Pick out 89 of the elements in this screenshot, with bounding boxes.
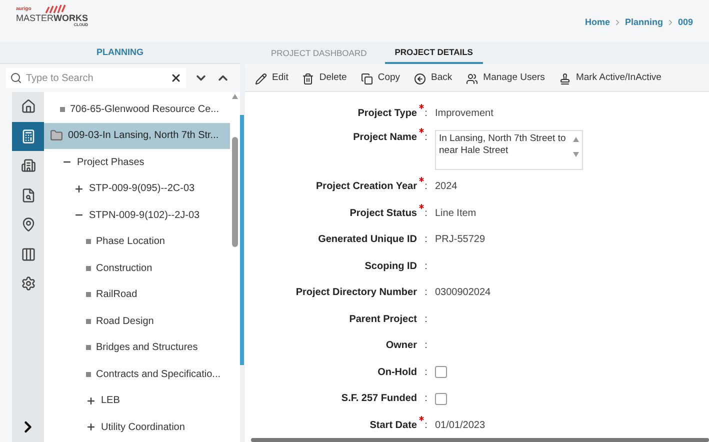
separator: : — [424, 130, 428, 144]
tree-item[interactable]: Construction — [44, 255, 230, 282]
field-label: Generated Unique ID — [317, 233, 417, 248]
field-label: Owner — [384, 339, 417, 354]
field-label: S.F. 257 Funded — [340, 392, 417, 406]
home-icon — [20, 99, 36, 114]
delete-icon — [302, 72, 314, 84]
checkbox[interactable] — [435, 366, 447, 378]
toolbar-button[interactable]: Back — [414, 71, 452, 86]
expand-icon[interactable] — [86, 396, 96, 406]
users-icon — [466, 72, 478, 84]
field-label: Project Status — [348, 206, 417, 221]
separator: : — [424, 339, 428, 354]
tree-item[interactable]: 706-65-Glenwood Resource Ce... — [44, 96, 230, 122]
bullet-icon — [60, 106, 65, 112]
splitter[interactable] — [240, 42, 245, 442]
separator: : — [424, 106, 428, 121]
toolbar-button[interactable]: Delete — [302, 71, 347, 86]
tree-item[interactable]: 009-03-In Lansing, North 7th Str... — [44, 122, 230, 149]
toolbar-button[interactable]: Edit — [255, 71, 288, 86]
search-icon — [10, 72, 22, 84]
tree-item[interactable]: LEB — [44, 388, 230, 414]
separator: : — [424, 312, 428, 327]
field-value: Line Item — [435, 206, 476, 221]
tree-item[interactable]: Project Phases — [44, 149, 230, 176]
separator: : — [424, 180, 428, 194]
tree-item[interactable]: Bridges and Structures — [44, 334, 230, 361]
folder-icon — [50, 129, 63, 142]
search-field[interactable]: Type to Search — [6, 68, 186, 88]
field-label: Parent Project — [348, 312, 417, 327]
breadcrumb-link[interactable]: Home — [584, 16, 610, 30]
copy-icon — [360, 72, 373, 84]
field-label: Project Type — [356, 106, 417, 121]
stripes-icon — [44, 4, 66, 14]
separator: : — [424, 233, 428, 248]
document-icon — [20, 188, 36, 203]
tree-item[interactable]: Road Design — [44, 308, 230, 334]
columns-icon — [20, 246, 36, 262]
bullet-icon — [86, 292, 91, 298]
map-icon — [20, 217, 36, 232]
bullet-icon — [86, 372, 91, 377]
field-value: 2024 — [435, 180, 458, 194]
mark-icon — [558, 72, 571, 84]
search-input[interactable]: Type to Search — [26, 70, 166, 86]
breadcrumb-link[interactable]: Planning — [624, 16, 663, 30]
separator: : — [424, 418, 428, 433]
scroll-up-icon[interactable] — [232, 94, 238, 99]
breadcrumb-link[interactable]: 009 — [678, 16, 693, 30]
back-icon — [414, 72, 426, 84]
toolbar-button[interactable]: Copy — [360, 71, 400, 86]
edit-icon — [255, 72, 267, 84]
field-value: 01/01/2023 — [435, 418, 486, 433]
bullet-icon — [86, 345, 91, 350]
panel-tab[interactable]: PLANNING — [0, 42, 240, 63]
field-label: Project Creation Year — [315, 180, 417, 194]
tree-item[interactable]: STPN-009-9(102)--2J-03 — [44, 202, 230, 228]
estimate-icon — [20, 128, 36, 144]
bullet-icon — [86, 318, 91, 324]
settings-icon — [20, 276, 36, 292]
project-name-field[interactable]: In Lansing, North 7th Street to near Hale Street — [435, 130, 583, 170]
separator: : — [424, 206, 428, 221]
field-value: Improvement — [435, 106, 494, 121]
field-label: Scoping ID — [364, 260, 417, 274]
field-value: PRJ-55729 — [435, 233, 486, 248]
tab[interactable]: PROJECT DETAILS — [384, 42, 483, 64]
scroll-arrows-icon — [573, 136, 579, 156]
expand-icon[interactable] — [74, 184, 84, 194]
toolbar-button[interactable]: Manage Users — [466, 71, 545, 86]
expand-icon[interactable] — [86, 422, 96, 432]
tree-item[interactable]: STP-009-9(095)--2C-03 — [44, 176, 230, 202]
field-label: On-Hold — [376, 366, 417, 380]
clear-icon[interactable] — [170, 72, 182, 84]
tree-item[interactable]: Contracts and Specificatio... — [44, 361, 230, 388]
field-label: Project Name — [352, 130, 417, 144]
tree-item[interactable]: Phase Location — [44, 228, 230, 255]
separator: : — [424, 260, 428, 274]
separator: : — [424, 286, 428, 300]
separator: : — [424, 392, 428, 406]
checkbox[interactable] — [435, 392, 447, 405]
tree-item[interactable]: RailRoad — [44, 282, 230, 308]
bullet-icon — [86, 266, 91, 271]
separator: : — [424, 366, 428, 380]
field-label: Start Date — [368, 418, 417, 433]
toolbar-button[interactable]: Mark Active/InActive — [558, 71, 662, 86]
field-value: 0300902024 — [435, 286, 491, 300]
bullet-icon — [86, 239, 91, 244]
building-icon — [20, 158, 36, 174]
tree-item[interactable]: Utility Coordination — [44, 414, 230, 440]
field-label: Project Directory Number — [294, 286, 417, 300]
